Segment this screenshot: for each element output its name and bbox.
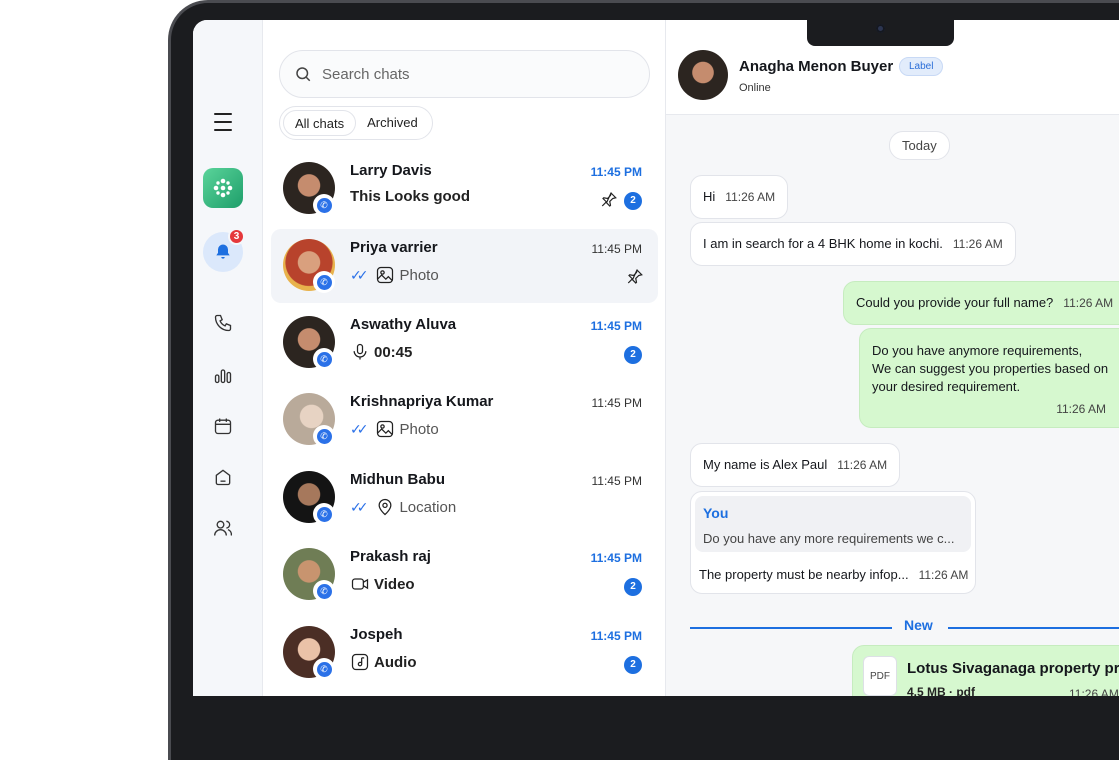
chat-row-midhun-babu[interactable]: ✆ Midhun Babu ✓✓ Location 11:45 PM (271, 461, 658, 535)
unread-count: 2 (624, 656, 642, 674)
message-bubble-outgoing: Could you provide your full name? 11:26 A… (843, 281, 1119, 325)
contact-name: Prakash raj (350, 548, 431, 565)
contacts-nav-button[interactable] (203, 508, 243, 548)
unread-count: 2 (624, 578, 642, 596)
location-pin-icon (375, 497, 395, 517)
bar-chart-icon (214, 369, 232, 384)
message-time: 11:45 PM (591, 474, 642, 488)
new-messages-divider: New (690, 617, 1119, 637)
video-icon (350, 574, 370, 594)
message-time: 11:26 AM (1069, 687, 1119, 696)
notification-badge: 3 (228, 228, 245, 245)
tab-archived[interactable]: Archived (356, 110, 429, 136)
search-placeholder: Search chats (322, 65, 410, 83)
image-icon (375, 265, 395, 285)
contact-status: Online (739, 82, 771, 94)
chats-nav-button[interactable]: 3 (203, 228, 245, 272)
message-time: 11:45 PM (591, 242, 642, 256)
calendar-nav-button[interactable] (203, 406, 243, 446)
image-icon (375, 419, 395, 439)
contact-name: Aswathy Aluva (350, 316, 457, 333)
camera-notch (807, 20, 954, 46)
whatsapp-icon: ✆ (313, 425, 335, 447)
music-note-icon (350, 652, 370, 672)
unread-count: 2 (624, 192, 642, 210)
chat-list-panel: Search chats All chats Archived ✆ Larry … (263, 20, 666, 696)
contact-name: Midhun Babu (350, 471, 445, 488)
tab-all-chats[interactable]: All chats (283, 110, 357, 136)
home-icon (215, 469, 231, 486)
quoted-message[interactable]: You Do you have any more requirements we… (695, 496, 971, 552)
phone-icon (214, 314, 232, 332)
chat-filter-tabs: All chats Archived (279, 106, 433, 140)
calls-nav-button[interactable] (203, 303, 243, 343)
message-preview: Video (350, 574, 415, 594)
double-check-icon: ✓✓ (350, 420, 369, 437)
message-preview: ✓✓ Location (350, 497, 457, 517)
message-preview: ✓✓ Photo (350, 419, 439, 439)
message-time: 11:45 PM (591, 396, 642, 410)
chat-row-prakash-raj[interactable]: ✆ Prakash raj Video 11:45 PM 2 (271, 538, 658, 612)
message-time: 11:45 PM (590, 165, 642, 179)
chat-bell-icon (216, 244, 230, 259)
search-input[interactable]: Search chats (279, 50, 650, 98)
message-time: 11:45 PM (590, 551, 642, 565)
double-check-icon: ✓✓ (350, 498, 369, 515)
message-bubble-incoming: I am in search for a 4 BHK home in kochi… (690, 222, 1016, 266)
navigation-rail: 3 (193, 20, 263, 696)
chat-row-aswathy-aluva[interactable]: ✆ Aswathy Aluva 00:45 11:45 PM 2 (271, 306, 658, 380)
contact-label-badge[interactable]: Label (899, 57, 944, 76)
menu-icon[interactable] (203, 102, 243, 142)
file-message-bubble[interactable]: PDF Lotus Sivaganaga property pri 4.5 MB… (852, 645, 1119, 696)
whatsapp-icon: ✆ (313, 271, 335, 293)
whatsapp-icon: ✆ (313, 503, 335, 525)
chat-row-jospeh[interactable]: ✆ Jospeh Audio 11:45 PM 2 (271, 616, 658, 690)
app-screen: 3 Search chats All chats Archived ✆ Larr… (193, 20, 1119, 696)
date-divider: Today (889, 131, 950, 160)
message-bubble-reply: You Do you have any more requirements we… (690, 491, 976, 594)
message-preview: Audio (350, 652, 417, 672)
whatsapp-icon: ✆ (313, 348, 335, 370)
analytics-nav-button[interactable] (203, 355, 243, 395)
double-check-icon: ✓✓ (350, 266, 369, 283)
whatsapp-icon: ✆ (313, 194, 335, 216)
app-logo-icon[interactable] (203, 168, 243, 208)
file-meta: 4.5 MB · pdf (907, 685, 975, 696)
contact-avatar[interactable] (678, 50, 728, 100)
message-bubble-incoming: Hi 11:26 AM (690, 175, 789, 219)
contact-name: Priya varrier (350, 239, 438, 256)
pin-icon[interactable] (600, 191, 618, 209)
chat-row-priya-varrier[interactable]: ✆ Priya varrier ✓✓ Photo 11:45 PM (271, 229, 658, 303)
message-bubble-incoming: My name is Alex Paul 11:26 AM (690, 443, 901, 487)
microphone-icon (350, 342, 370, 362)
home-nav-button[interactable] (203, 457, 243, 497)
message-time: 11:45 PM (590, 319, 642, 333)
chat-row-larry-davis[interactable]: ✆ Larry Davis This Looks good 11:45 PM 2 (271, 152, 658, 226)
pin-icon[interactable] (626, 268, 644, 286)
calendar-icon (214, 418, 232, 435)
pdf-file-icon: PDF (863, 656, 897, 696)
contact-name: Larry Davis (350, 162, 432, 179)
chat-row-krishnapriya-kumar[interactable]: ✆ Krishnapriya Kumar ✓✓ Photo 11:45 PM (271, 383, 658, 457)
message-preview: ✓✓ Photo (350, 265, 439, 285)
contact-name: Krishnapriya Kumar (350, 393, 494, 410)
camera-icon (876, 24, 885, 33)
message-bubble-outgoing: Do you have anymore requirements, We can… (859, 328, 1119, 428)
file-name: Lotus Sivaganaga property pri (907, 660, 1119, 677)
contact-name: Jospeh (350, 626, 403, 643)
whatsapp-icon: ✆ (313, 658, 335, 680)
unread-count: 2 (624, 346, 642, 364)
users-icon (214, 520, 233, 536)
search-icon (296, 67, 311, 82)
message-preview: This Looks good (350, 188, 470, 205)
conversation-panel: Anagha Menon Buyer Label Online Today Hi… (666, 20, 1119, 696)
whatsapp-icon: ✆ (313, 580, 335, 602)
message-time: 11:45 PM (590, 629, 642, 643)
contact-name: Anagha Menon Buyer (739, 58, 894, 75)
message-preview: 00:45 (350, 342, 412, 362)
